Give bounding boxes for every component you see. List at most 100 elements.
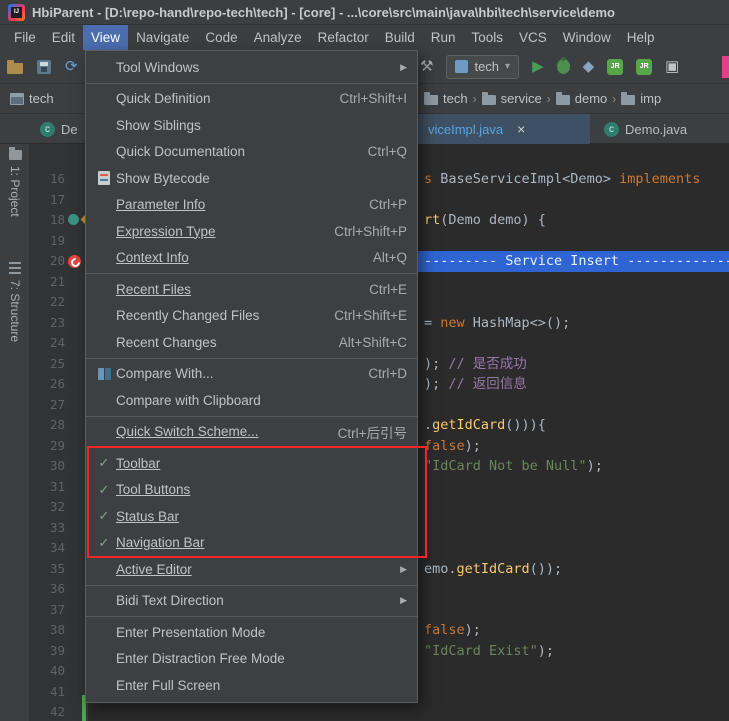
tab-demo[interactable]: cDemo.java bbox=[594, 114, 697, 144]
crumb-tech[interactable]: tech bbox=[424, 91, 468, 106]
code-token: emo. bbox=[424, 561, 457, 577]
profiler-icon[interactable]: ▣ bbox=[665, 59, 679, 74]
line-number[interactable]: 28 bbox=[30, 415, 87, 436]
line-number[interactable]: 23 bbox=[30, 313, 87, 334]
line-number[interactable]: 27 bbox=[30, 395, 87, 416]
line-number[interactable]: 37 bbox=[30, 600, 87, 621]
code-token: // 返回信息 bbox=[448, 376, 526, 392]
run-config-select[interactable]: tech ▾ bbox=[446, 55, 519, 79]
toolbar-clipped-icon[interactable] bbox=[722, 56, 729, 78]
line-number[interactable]: 30 bbox=[30, 456, 87, 477]
open-project-icon[interactable] bbox=[7, 63, 23, 74]
view-menu-item-compare-with[interactable]: Compare With...Ctrl+D bbox=[86, 361, 417, 388]
line-number[interactable]: 25 bbox=[30, 354, 87, 375]
crumb-demo[interactable]: demo bbox=[556, 91, 608, 106]
menu-edit[interactable]: Edit bbox=[44, 25, 83, 50]
code-token: ()); bbox=[530, 561, 563, 577]
view-menu-item-tool-windows[interactable]: Tool Windows▶ bbox=[86, 54, 417, 81]
crumb-service[interactable]: service bbox=[482, 91, 542, 106]
view-menu-item-parameter-info[interactable]: Parameter InfoCtrl+P bbox=[86, 192, 417, 219]
tab-label: viceImpl.java bbox=[428, 122, 503, 137]
view-menu-item-enter-full-screen[interactable]: Enter Full Screen bbox=[86, 672, 417, 699]
view-menu-item-expression-type[interactable]: Expression TypeCtrl+Shift+P bbox=[86, 218, 417, 245]
menu-help[interactable]: Help bbox=[619, 25, 663, 50]
chevron-down-icon: ▾ bbox=[505, 61, 510, 72]
code-line-42[interactable] bbox=[88, 702, 729, 721]
menu-navigate[interactable]: Navigate bbox=[128, 25, 197, 50]
line-number[interactable]: 22 bbox=[30, 292, 87, 313]
debug-icon[interactable] bbox=[557, 59, 570, 74]
debug-with-jrebel-icon[interactable]: JR bbox=[636, 59, 652, 75]
implement-marker-icon[interactable] bbox=[68, 214, 79, 225]
line-number[interactable]: 24 bbox=[30, 333, 87, 354]
crumb-root-tech[interactable]: tech bbox=[10, 91, 54, 106]
line-number[interactable]: 33 bbox=[30, 518, 87, 539]
menu-vcs[interactable]: VCS bbox=[511, 25, 555, 50]
view-menu-item-context-info[interactable]: Context InfoAlt+Q bbox=[86, 245, 417, 272]
line-number[interactable]: 16 bbox=[30, 169, 87, 190]
line-number[interactable]: 39 bbox=[30, 641, 87, 662]
code-token: ); bbox=[538, 643, 554, 659]
view-menu-item-show-siblings[interactable]: Show Siblings bbox=[86, 112, 417, 139]
line-number[interactable]: 32 bbox=[30, 497, 87, 518]
menu-window[interactable]: Window bbox=[555, 25, 619, 50]
stripe-structure[interactable]: 7: Structure bbox=[0, 262, 30, 342]
window-title: HbiParent - [D:\repo-hand\repo-tech\tech… bbox=[32, 5, 615, 20]
tab-de[interactable]: cDe bbox=[30, 114, 86, 144]
menu-tools[interactable]: Tools bbox=[464, 25, 512, 50]
line-number[interactable]: 35 bbox=[30, 559, 87, 580]
project-icon bbox=[9, 150, 22, 160]
line-number[interactable]: 19 bbox=[30, 231, 87, 252]
view-menu-item-compare-with-clipboard[interactable]: Compare with Clipboard bbox=[86, 387, 417, 414]
view-menu-item-active-editor[interactable]: Active Editor▶ bbox=[86, 556, 417, 583]
stripe-project[interactable]: 1: Project bbox=[0, 150, 30, 217]
build-icon[interactable]: ⚒ bbox=[420, 59, 433, 74]
menu-refactor[interactable]: Refactor bbox=[310, 25, 377, 50]
menu-item-label: Recently Changed Files bbox=[116, 308, 314, 323]
menu-item-shortcut: Alt+Q bbox=[373, 250, 407, 265]
save-all-icon[interactable] bbox=[37, 60, 51, 74]
view-menu-item-quick-switch-scheme[interactable]: Quick Switch Scheme...Ctrl+后引号 bbox=[86, 419, 417, 446]
line-number[interactable]: 38 bbox=[30, 620, 87, 641]
bookmark-icon[interactable] bbox=[68, 255, 81, 268]
view-menu-item-recently-changed-files[interactable]: Recently Changed FilesCtrl+Shift+E bbox=[86, 303, 417, 330]
view-menu-item-enter-distraction-free-mode[interactable]: Enter Distraction Free Mode bbox=[86, 646, 417, 673]
menu-item-label: Quick Documentation bbox=[116, 144, 348, 159]
view-menu-item-enter-presentation-mode[interactable]: Enter Presentation Mode bbox=[86, 619, 417, 646]
line-number[interactable]: 17 bbox=[30, 190, 87, 211]
view-menu-item-recent-files[interactable]: Recent FilesCtrl+E bbox=[86, 276, 417, 303]
line-number[interactable]: 21 bbox=[30, 272, 87, 293]
line-number[interactable]: 40 bbox=[30, 661, 87, 682]
menu-file[interactable]: File bbox=[6, 25, 44, 50]
line-number[interactable]: 42 bbox=[30, 702, 87, 721]
line-number[interactable]: 36 bbox=[30, 579, 87, 600]
menu-item-label: Recent Changes bbox=[116, 335, 319, 350]
line-number[interactable]: 41 bbox=[30, 682, 87, 703]
crumb-imp[interactable]: imp bbox=[621, 91, 661, 106]
menu-separator bbox=[86, 416, 417, 417]
menu-run[interactable]: Run bbox=[423, 25, 464, 50]
tab-serviceimpl[interactable]: viceImpl.java × bbox=[418, 114, 590, 144]
view-menu-item-recent-changes[interactable]: Recent ChangesAlt+Shift+C bbox=[86, 329, 417, 356]
menu-analyze[interactable]: Analyze bbox=[246, 25, 310, 50]
menu-item-label: Compare with Clipboard bbox=[116, 393, 407, 408]
coverage-icon[interactable]: ◆ bbox=[583, 59, 595, 74]
close-icon[interactable]: × bbox=[517, 121, 525, 137]
breadcrumb-separator-icon: › bbox=[542, 92, 556, 106]
run-with-jrebel-icon[interactable]: JR bbox=[607, 59, 623, 75]
line-number[interactable]: 31 bbox=[30, 477, 87, 498]
run-icon[interactable]: ▶ bbox=[532, 59, 544, 74]
view-menu-item-bidi-text-direction[interactable]: Bidi Text Direction▶ bbox=[86, 588, 417, 615]
view-menu-item-show-bytecode[interactable]: Show Bytecode bbox=[86, 165, 417, 192]
menu-code[interactable]: Code bbox=[197, 25, 245, 50]
menu-view[interactable]: View bbox=[83, 25, 128, 50]
menu-item-label: Enter Distraction Free Mode bbox=[116, 651, 407, 666]
line-number[interactable]: 34 bbox=[30, 538, 87, 559]
synchronize-icon[interactable]: ⟳ bbox=[65, 59, 78, 74]
tab-label: Demo.java bbox=[625, 122, 687, 137]
menu-build[interactable]: Build bbox=[377, 25, 423, 50]
view-menu-item-quick-definition[interactable]: Quick DefinitionCtrl+Shift+I bbox=[86, 86, 417, 113]
line-number[interactable]: 26 bbox=[30, 374, 87, 395]
view-menu-item-quick-documentation[interactable]: Quick DocumentationCtrl+Q bbox=[86, 139, 417, 166]
line-number[interactable]: 29 bbox=[30, 436, 87, 457]
